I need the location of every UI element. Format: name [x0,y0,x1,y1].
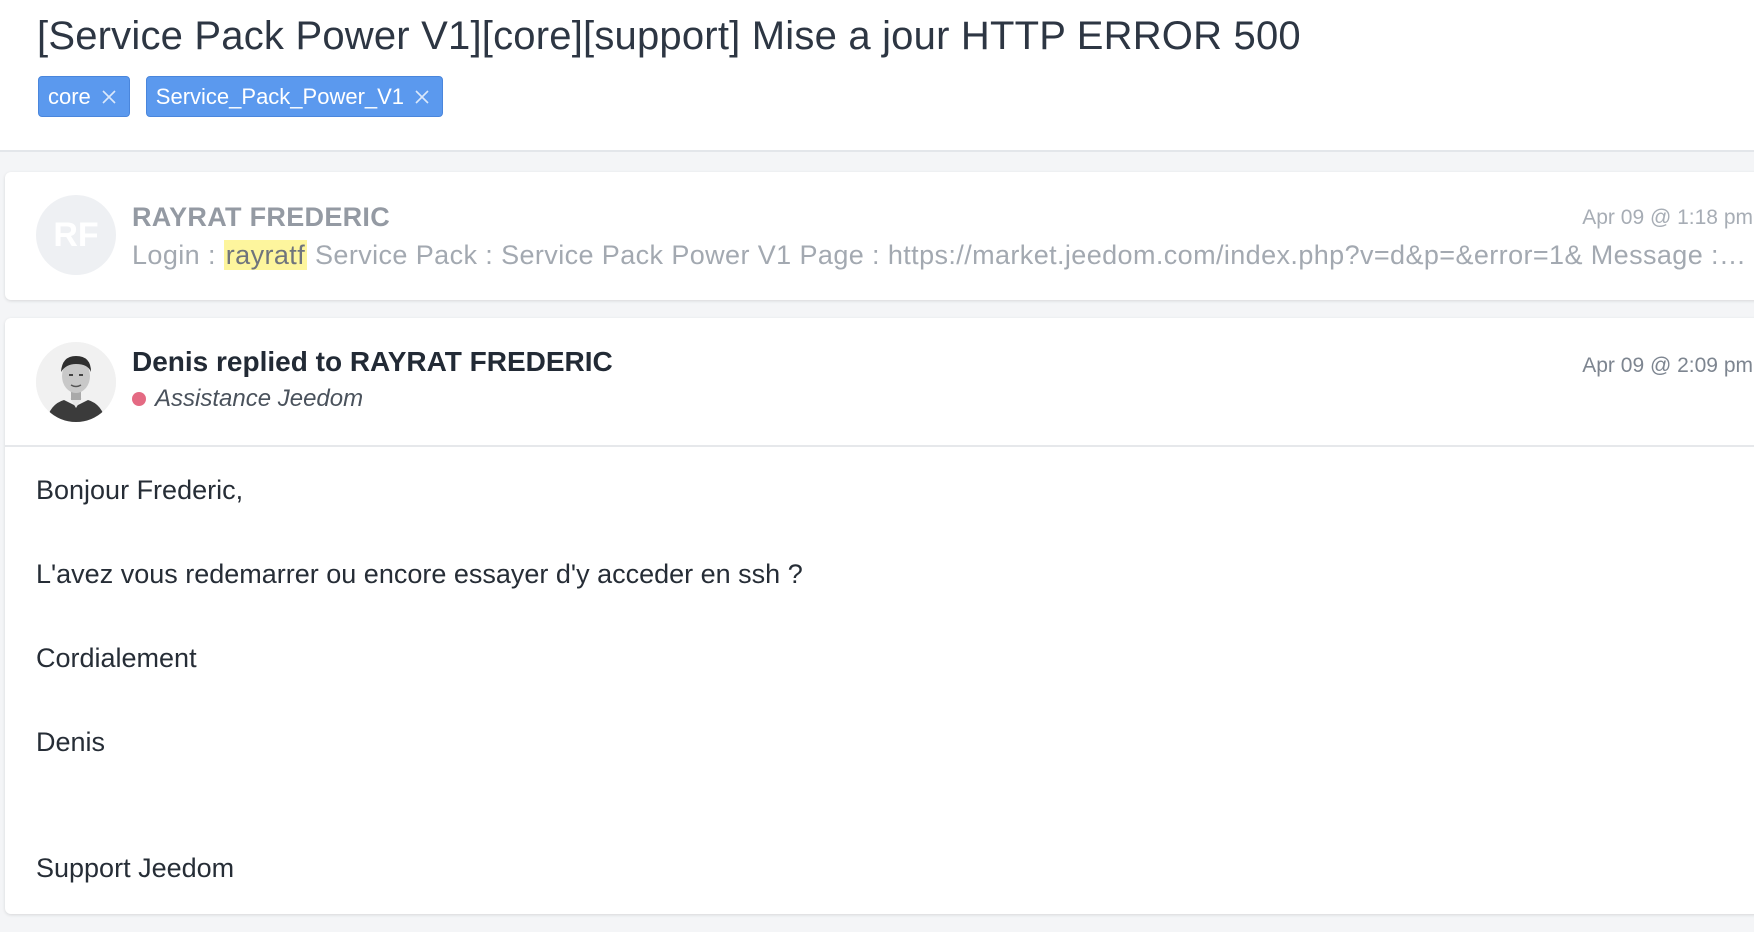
message-date: Apr 09 @ 2:09 pm [1582,354,1753,377]
body-closing: Cordialement [36,643,197,673]
tag-label: Service_Pack_Power_V1 [155,83,405,109]
avatar [36,342,116,422]
tag-label: core [48,83,91,109]
message-expanded: Denis replied to RAYRAT FREDERIC Assista… [5,318,1754,914]
body-greeting: Bonjour Frederic, [36,475,244,505]
tag-remove-icon[interactable] [101,89,117,105]
message-preview: Login : rayratf Service Pack : Service P… [132,240,1752,271]
user-avatar-photo [36,342,116,422]
divider [5,445,1754,447]
tag-list: core Service_Pack_Power_V1 [38,76,444,117]
preview-rest: Service Pack : Service Pack Power V1 Pag… [315,240,1752,270]
message-collapsed[interactable]: RF RAYRAT FREDERIC Apr 09 @ 1:18 pm Logi… [5,172,1754,300]
preview-highlight: rayratf [223,240,308,270]
preview-prefix: Login : [132,240,224,270]
tag-remove-icon[interactable] [414,89,430,105]
ticket-title: [Service Pack Power V1][core][support] M… [37,14,1301,58]
status-dot [132,392,146,406]
tag-core[interactable]: core [38,76,130,117]
tag-service-pack[interactable]: Service_Pack_Power_V1 [145,76,444,117]
message-date: Apr 09 @ 1:18 pm [1582,206,1753,229]
sender-organization: Assistance Jeedom [132,385,363,413]
organization-name: Assistance Jeedom [155,385,364,412]
reply-header: Denis replied to RAYRAT FREDERIC [132,346,613,377]
sender-name: RAYRAT FREDERIC [132,202,391,232]
body-signature: Support Jeedom [36,853,235,883]
body-question: L'avez vous redemarrer ou encore essayer… [36,559,803,589]
body-name: Denis [36,727,106,757]
ticket-header: [Service Pack Power V1][core][support] M… [0,0,1754,152]
avatar: RF [36,195,116,275]
